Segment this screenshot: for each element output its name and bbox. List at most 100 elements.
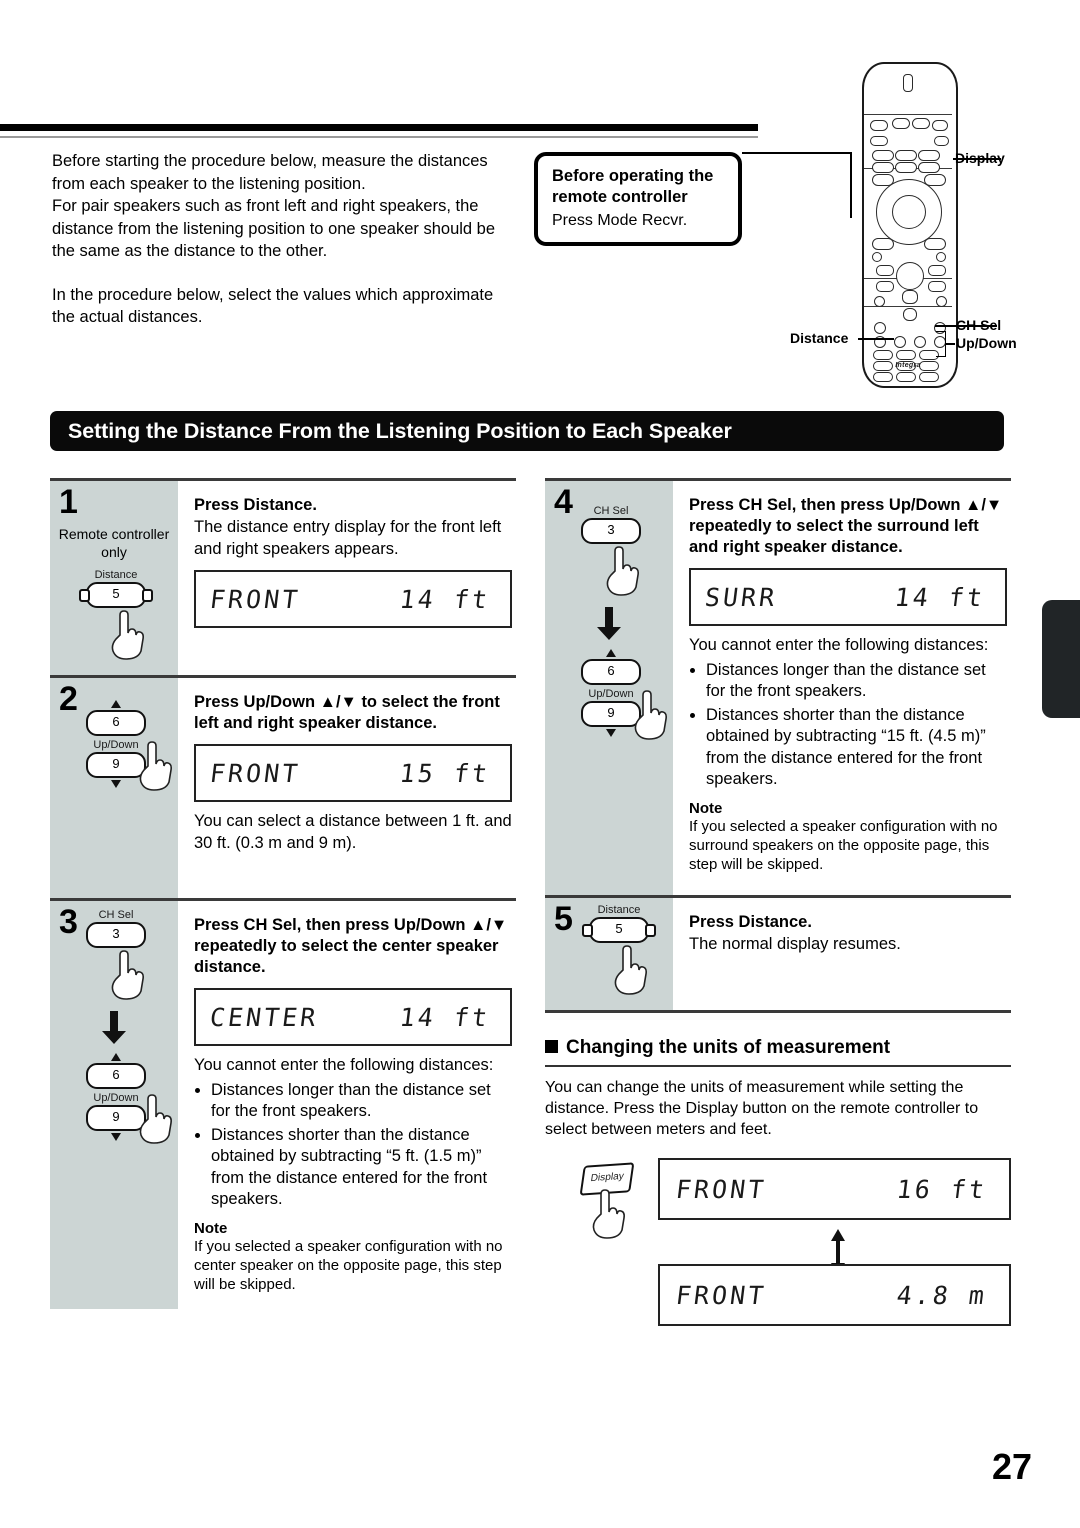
remote-key-setup [924, 238, 946, 250]
step-3: 3 CH Sel 3 6 Up/Down 9 Press CH Sel, the… [50, 898, 516, 1309]
remote-key-8 [896, 372, 916, 382]
page-side-tab [1042, 600, 1080, 718]
step-4-key-up: 6 [581, 659, 641, 685]
step-1-distance-key: Distance 5 [79, 569, 153, 608]
step-5-title: Press Distance. [689, 913, 812, 931]
hand-pointer-icon [111, 950, 144, 1000]
remote-key-dot-8 [894, 336, 906, 348]
remote-key-dot-4 [936, 296, 947, 307]
units-heading-rule [545, 1065, 1011, 1067]
step-4-key-oval: 3 [581, 518, 641, 544]
step-5-distance-key: Distance 5 [582, 904, 656, 943]
step-4-key-label: CH Sel [593, 505, 629, 517]
step-5-key-oval: 5 [582, 917, 656, 943]
step-4-chsel-key: CH Sel 3 [581, 505, 641, 544]
steps-column-left: 1 Remote controller only Distance 5 Pres… [50, 478, 516, 1309]
step-3-lcd-right: 14 ft [397, 1002, 492, 1032]
step-4-restrict-intro: You cannot enter the following distances… [689, 636, 989, 654]
down-arrow-icon [111, 780, 121, 788]
remote-label-ch-sel: CH Sel [956, 317, 1002, 333]
step-3-restriction-item: Distances shorter than the distance obta… [211, 1125, 512, 1211]
units-lcd-meters-left: FRONT [674, 1280, 769, 1310]
remote-key-dot-2 [936, 252, 946, 262]
remote-key-sleep [932, 120, 948, 131]
remote-key-rewind [876, 265, 894, 276]
step-2-title: Press Up/Down ▲/▼ to select the front le… [194, 693, 500, 732]
square-bullet-icon [545, 1040, 558, 1053]
step-1-lcd-display: FRONT 14 ft [194, 570, 512, 628]
remote-key-standby2 [912, 118, 930, 129]
step-3-restrict-intro: You cannot enter the following distances… [194, 1056, 494, 1074]
remote-key-mode-1 [872, 150, 894, 161]
remote-nav-enter [892, 195, 926, 229]
remote-key-play [896, 262, 924, 290]
remote-key-on [892, 118, 910, 129]
remote-key-2 [896, 350, 916, 360]
remote-key-dot-5 [874, 322, 886, 334]
remote-label-up-down: Up/Down [956, 335, 1017, 351]
step-4-sidebar: 4 CH Sel 3 6 Up/Down 9 [545, 481, 673, 895]
units-heading-row: Changing the units of measurement [545, 1037, 1011, 1065]
step-2-lcd-left: FRONT [208, 758, 303, 788]
header-rule-thin [0, 136, 758, 138]
callout-subtitle: Press Mode Recvr. [552, 212, 688, 229]
hand-pointer-icon [592, 1189, 625, 1239]
distance-leader-line [858, 338, 894, 340]
step-1-lcd-right: 14 ft [397, 584, 492, 614]
hand-pointer-icon [614, 945, 647, 995]
hand-pointer-icon [606, 546, 639, 596]
remote-key-stop [902, 290, 918, 304]
step-3-chsel-key: CH Sel 3 [86, 909, 146, 948]
step-4-lcd-display: SURR 14 ft [689, 568, 1007, 626]
step-3-key-up-value: 6 [112, 1067, 120, 1082]
remote-key-prev [876, 281, 894, 292]
step-4: 4 CH Sel 3 6 Up/Down 9 Press CH Sel, the… [545, 478, 1011, 895]
step-4-key-down-value: 9 [607, 705, 615, 720]
remote-key-standby [870, 120, 888, 131]
down-arrow-icon [111, 1133, 121, 1141]
updown-leader-line [945, 343, 955, 345]
step-1-key-oval: 5 [79, 582, 153, 608]
remote-label-display: Display [955, 150, 1005, 166]
step-3-sidebar: 3 CH Sel 3 6 Up/Down 9 [50, 901, 178, 1309]
remote-key-next [928, 281, 946, 292]
step-5-sidebar: 5 Distance 5 [545, 898, 673, 1010]
step-4-restriction-item: Distances shorter than the distance obta… [706, 705, 1007, 791]
units-heading: Changing the units of measurement [566, 1037, 891, 1058]
intro-text-block: Before starting the procedure below, mea… [52, 150, 512, 329]
before-operating-callout: Before operating the remote controller P… [534, 152, 742, 246]
step-1-content: Press Distance. The distance entry displ… [178, 481, 516, 675]
remote-key-input-left [870, 136, 888, 146]
units-lcd-meters-right: 4.8 m [894, 1280, 989, 1310]
step-4-note-head: Note [689, 799, 723, 817]
key-tab-right [645, 924, 656, 937]
step-1-key-label: Distance [94, 569, 138, 581]
step-5-content: Press Distance. The normal display resum… [673, 898, 1011, 1010]
step-1-number: 1 [59, 483, 78, 521]
header-rule-thick [0, 124, 758, 131]
steps-column-right: 4 CH Sel 3 6 Up/Down 9 Press CH Sel, the… [545, 478, 1011, 1013]
remote-key-grid [903, 308, 917, 321]
step-2-key-up: 6 [86, 710, 146, 736]
units-body-text: You can change the units of measurement … [545, 1079, 979, 1138]
step-3-number: 3 [59, 903, 78, 941]
step-4-content: Press CH Sel, then press Up/Down ▲/▼ rep… [673, 481, 1011, 895]
remote-key-dot-1 [872, 252, 882, 262]
step-2-sidebar: 2 6 Up/Down 9 [50, 678, 178, 898]
remote-ir-emitter [903, 74, 913, 92]
remote-key-7 [873, 372, 893, 382]
step-4-key-up-value: 6 [607, 663, 615, 678]
key-tab-left [582, 924, 593, 937]
step-3-restriction-item: Distances longer than the distance set f… [211, 1080, 512, 1123]
step-3-title: Press CH Sel, then press Up/Down ▲/▼ rep… [194, 916, 508, 976]
callout-title: Before operating the remote controller [552, 167, 714, 206]
step-1: 1 Remote controller only Distance 5 Pres… [50, 478, 516, 675]
step-4-lcd-left: SURR [703, 582, 779, 612]
step-2-key-up-value: 6 [112, 714, 120, 729]
flow-down-arrow-icon [102, 1011, 126, 1044]
intro-paragraph-1: Before starting the procedure below, mea… [52, 152, 496, 260]
remote-key-level [872, 238, 894, 250]
units-lcd-meters: FRONT 4.8 m [658, 1264, 1011, 1326]
step-1-sidebar: 1 Remote controller only Distance 5 [50, 481, 178, 675]
remote-key-mode-3 [918, 150, 940, 161]
